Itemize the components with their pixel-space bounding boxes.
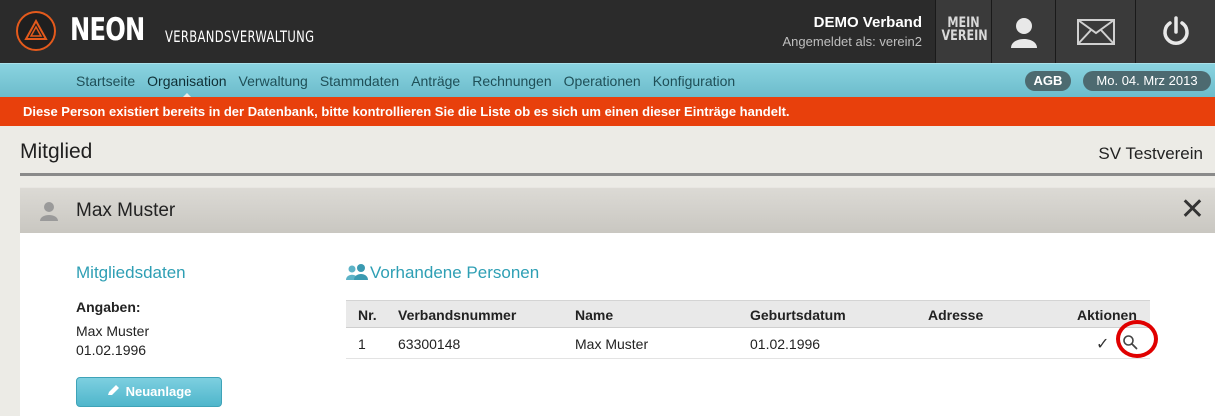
member-name-value: Max Muster	[76, 323, 150, 339]
neon-logo-icon[interactable]	[16, 11, 56, 51]
person-panel-header: Max Muster ✕	[20, 187, 1215, 233]
table-header-row: Nr. Verbandsnummer Name Geburtsdatum Adr…	[346, 300, 1150, 328]
neuanlage-button[interactable]: Neuanlage	[76, 377, 222, 407]
heading-divider	[20, 173, 1215, 176]
logged-in-user: Angemeldet als: verein2	[782, 34, 922, 49]
page-title: Mitglied	[20, 140, 93, 163]
nav-rechnungen[interactable]: Rechnungen	[472, 73, 551, 89]
organization-name: DEMO Verband	[813, 14, 922, 31]
cell-nr: 1	[358, 336, 366, 352]
brand-subtitle: VERBANDSVERWALTUNG	[165, 27, 315, 46]
col-name: Name	[575, 307, 614, 323]
profile-button[interactable]	[991, 0, 1055, 63]
nav-antraege[interactable]: Anträge	[411, 73, 460, 89]
col-nr: Nr.	[358, 307, 377, 323]
agb-button[interactable]: AGB	[1025, 71, 1071, 91]
group-icon	[346, 264, 368, 280]
mail-icon	[1076, 18, 1115, 45]
col-geburtsdatum: Geburtsdatum	[750, 307, 846, 323]
brand-name: NEON	[70, 12, 145, 48]
highlight-circle	[1116, 320, 1158, 358]
person-icon	[40, 202, 58, 221]
member-data-title: Mitgliedsdaten	[76, 263, 186, 282]
mein-verein-button[interactable]: MEIN VEREIN	[935, 0, 991, 63]
current-date-badge: Mo. 04. Mrz 2013	[1083, 71, 1211, 91]
duplicate-warning-alert: Diese Person existiert bereits in der Da…	[0, 97, 1215, 126]
verein-label: VEREIN	[941, 28, 988, 44]
logout-button[interactable]	[1135, 0, 1215, 63]
nav-organisation[interactable]: Organisation	[147, 73, 227, 99]
top-bar: NEON VERBANDSVERWALTUNG DEMO Verband Ang…	[0, 0, 1215, 63]
col-adresse: Adresse	[928, 307, 984, 323]
club-name: SV Testverein	[1098, 144, 1203, 163]
main-navigation: Startseite Organisation Verwaltung Stamm…	[0, 63, 1215, 99]
col-verbandsnummer: Verbandsnummer	[398, 307, 517, 323]
member-birthdate-value: 01.02.1996	[76, 342, 147, 358]
neuanlage-label: Neuanlage	[125, 384, 192, 399]
user-icon	[1010, 17, 1037, 48]
person-name: Max Muster	[76, 200, 176, 221]
nav-konfiguration[interactable]: Konfiguration	[653, 73, 736, 89]
nav-verwaltung[interactable]: Verwaltung	[239, 73, 308, 89]
cell-name: Max Muster	[575, 336, 649, 352]
pencil-icon	[107, 385, 119, 395]
nav-startseite[interactable]: Startseite	[76, 73, 135, 89]
table-row[interactable]: 1 63300148 Max Muster 01.02.1996 ✓	[346, 328, 1150, 359]
angaben-label: Angaben:	[76, 299, 141, 315]
messages-button[interactable]	[1055, 0, 1135, 63]
nav-stammdaten[interactable]: Stammdaten	[320, 73, 399, 89]
select-checkmark-icon[interactable]: ✓	[1096, 334, 1109, 354]
existing-persons-title: Vorhandene Personen	[370, 263, 540, 282]
cell-geburtsdatum: 01.02.1996	[750, 336, 821, 352]
power-icon	[1162, 15, 1189, 45]
nav-operationen[interactable]: Operationen	[564, 73, 641, 89]
close-icon[interactable]: ✕	[1180, 193, 1205, 227]
cell-verbandsnummer: 63300148	[398, 336, 461, 352]
